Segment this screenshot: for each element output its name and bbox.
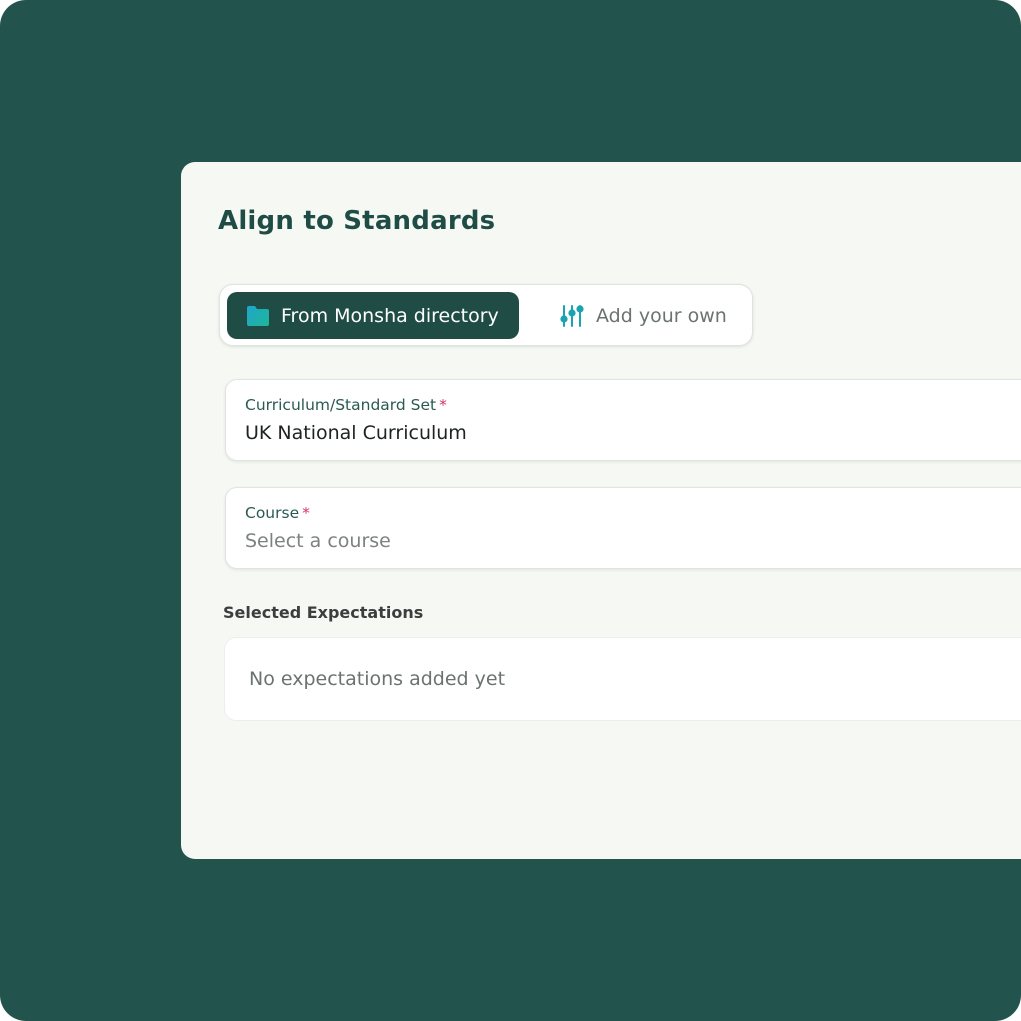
course-select[interactable]: Course * Select a course — [225, 487, 1021, 569]
empty-state-text: No expectations added yet — [249, 668, 506, 690]
page-title: Align to Standards — [218, 206, 496, 236]
from-directory-label: From Monsha directory — [281, 304, 499, 327]
add-your-own-label: Add your own — [596, 304, 727, 327]
sliders-icon — [560, 305, 584, 327]
from-directory-button[interactable]: From Monsha directory — [227, 292, 519, 339]
course-label: Course * — [245, 504, 310, 522]
required-mark: * — [439, 396, 447, 414]
curriculum-value: UK National Curriculum — [245, 422, 467, 444]
required-mark: * — [302, 504, 310, 522]
course-placeholder: Select a course — [245, 530, 391, 552]
folder-icon — [247, 306, 269, 326]
source-toggle: From Monsha directory Add your own — [219, 284, 753, 346]
course-label-text: Course — [245, 504, 300, 522]
curriculum-label-text: Curriculum/Standard Set — [245, 396, 437, 414]
curriculum-select[interactable]: Curriculum/Standard Set * UK National Cur… — [225, 379, 1021, 461]
align-standards-panel: Align to Standards From Monsha directory — [181, 162, 1021, 859]
expectations-list: No expectations added yet — [224, 637, 1021, 721]
curriculum-label: Curriculum/Standard Set * — [245, 396, 447, 414]
selected-expectations-label: Selected Expectations — [223, 603, 424, 622]
app-background: Align to Standards From Monsha directory — [0, 0, 1021, 1021]
add-your-own-button[interactable]: Add your own — [560, 292, 740, 339]
